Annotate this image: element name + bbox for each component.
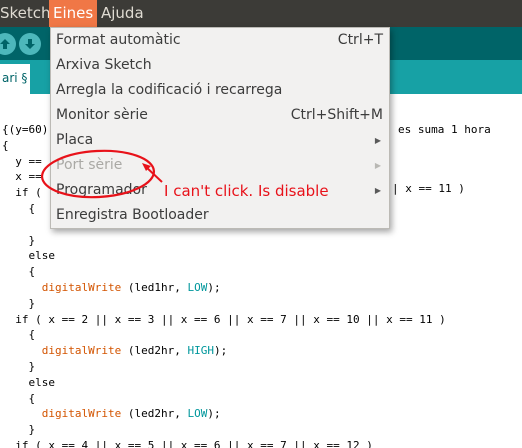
code-text-token: {: [2, 328, 36, 342]
code-line: {: [2, 391, 35, 407]
menu-item-placa[interactable]: Placa ▶: [51, 128, 389, 153]
menu-item-format-automatic[interactable]: Format automàtic Ctrl+T: [51, 28, 389, 53]
code-text-token: (led2hr,: [121, 407, 188, 421]
menu-sketch[interactable]: Sketch: [0, 0, 55, 27]
menu-eines-label: Eines: [53, 4, 94, 22]
submenu-arrow-icon: ▶: [374, 161, 381, 170]
code-text-token: {(y=60): [2, 123, 49, 136]
menu-item-label: Port sèrie: [56, 157, 123, 173]
code-keyword-token: LOW: [187, 281, 208, 294]
menu-item-port-serie: Port sèrie ▶: [51, 153, 389, 178]
code-text-token: {: [2, 202, 36, 215]
menu-item-monitor-serie[interactable]: Monitor sèrie Ctrl+Shift+M: [51, 103, 389, 128]
menu-item-shortcut: Ctrl+T: [337, 32, 383, 48]
code-text-token: if ( x == 2 || x == 3 || x == 6 || x == …: [2, 312, 446, 326]
code-line: }: [2, 359, 35, 375]
code-text-token: if (: [2, 186, 49, 200]
code-line: if ( x == 4 || x == 5 || x == 6 || x == …: [2, 438, 373, 448]
code-function-token: digitalWrite: [41, 281, 122, 294]
code-keyword-token: LOW: [187, 407, 208, 421]
code-text-token: y ==: [2, 154, 49, 168]
code-text-token: );: [207, 281, 221, 294]
code-text-token: else: [2, 375, 55, 389]
code-function-token: digitalWrite: [41, 407, 122, 421]
submenu-arrow-icon: ▶: [374, 186, 381, 195]
menu-item-label: Arregla la codificació i recarrega: [56, 82, 283, 98]
code-line: {: [2, 138, 9, 154]
menu-item-label: Monitor sèrie: [56, 107, 148, 123]
code-line: }: [2, 422, 35, 438]
menu-item-arxiva-sketch[interactable]: Arxiva Sketch: [51, 53, 389, 78]
code-text-token: );: [207, 407, 221, 421]
code-condition-fragment: | x == 11 ): [392, 182, 465, 195]
code-function-token: digitalWrite: [41, 344, 122, 358]
menu-item-label: Programador: [56, 182, 147, 198]
code-text-token: {: [2, 138, 9, 152]
menubar: Sketch Eines Ajuda: [0, 0, 522, 27]
code-text-token: else: [2, 249, 55, 263]
submenu-arrow-icon: ▶: [374, 136, 381, 145]
save-button[interactable]: [19, 33, 41, 55]
code-line: {: [2, 201, 35, 217]
code-keyword-token: HIGH: [187, 344, 214, 358]
code-text-token: }: [2, 360, 36, 373]
code-text-token: (led1hr,: [121, 281, 188, 294]
menu-item-enregistra-bootloader[interactable]: Enregistra Bootloader: [51, 203, 389, 228]
code-line: else: [2, 248, 55, 264]
menu-item-label: Format automàtic: [56, 32, 181, 48]
code-line: digitalWrite (led1hr, LOW);: [2, 280, 221, 296]
menu-item-shortcut: Ctrl+Shift+M: [290, 107, 383, 123]
code-line: x ==: [2, 169, 48, 185]
code-line: }: [2, 233, 35, 249]
code-line: if (: [2, 185, 48, 201]
menu-item-label: Placa: [56, 132, 94, 148]
menu-item-arregla-codificacio[interactable]: Arregla la codificació i recarrega: [51, 78, 389, 103]
code-line: digitalWrite (led2hr, LOW);: [2, 406, 221, 422]
menu-ajuda[interactable]: Ajuda: [97, 0, 148, 27]
code-text-token: }: [2, 423, 36, 437]
code-line: else: [2, 375, 55, 391]
code-line: {: [2, 264, 35, 280]
code-line: {(y=60): [2, 122, 48, 138]
code-comment-fragment: es suma 1 hora: [398, 123, 491, 136]
menu-sketch-label: Sketch: [0, 4, 51, 22]
tab-sketch[interactable]: ari §: [0, 64, 30, 94]
code-line: }: [2, 296, 35, 312]
save-arrow-down-icon: [24, 35, 36, 54]
code-text-token: );: [213, 344, 228, 358]
code-text-token: if ( x == 4 || x == 5 || x == 6 || x == …: [2, 439, 373, 448]
code-text-token: x ==: [2, 170, 49, 184]
code-line: if ( x == 2 || x == 3 || x == 6 || x == …: [2, 312, 446, 328]
code-text-token: {: [2, 265, 36, 279]
annotation-note: I can't click. Is disable: [164, 182, 329, 200]
menu-item-label: Enregistra Bootloader: [56, 207, 209, 223]
open-button[interactable]: [0, 33, 16, 55]
tab-sketch-label: ari §: [2, 71, 28, 85]
code-text-token: }: [2, 233, 36, 247]
code-line: digitalWrite (led2hr, HIGH);: [2, 343, 227, 359]
open-arrow-up-icon: [0, 35, 11, 54]
code-text-token: }: [2, 296, 36, 310]
code-text-token: {: [2, 391, 36, 405]
code-line: {: [2, 327, 35, 343]
code-line: y ==: [2, 154, 48, 170]
code-text-token: (led2hr,: [121, 344, 188, 358]
menu-item-label: Arxiva Sketch: [56, 57, 152, 73]
menu-ajuda-label: Ajuda: [101, 4, 144, 22]
menu-eines[interactable]: Eines: [49, 0, 98, 27]
